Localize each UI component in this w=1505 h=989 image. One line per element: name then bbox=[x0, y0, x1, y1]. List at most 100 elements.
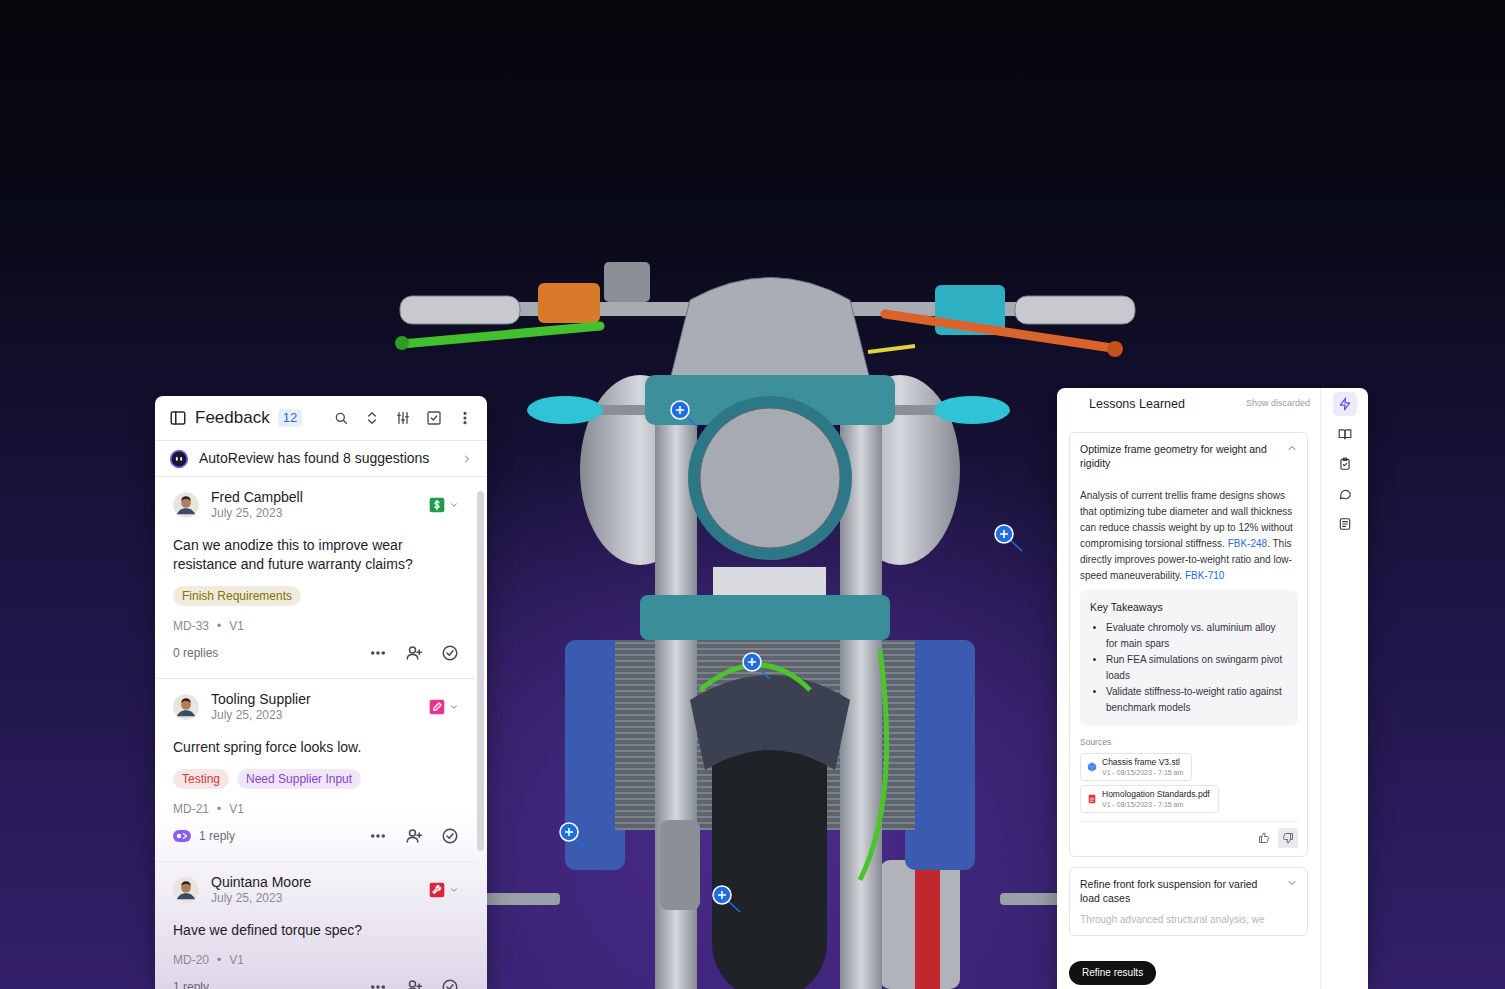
motorcycle-render[interactable] bbox=[885, 314, 1112, 348]
tag[interactable]: Finish Requirements bbox=[173, 586, 301, 606]
feedback-item[interactable]: Tooling SupplierJuly 25, 2023Current spr… bbox=[155, 679, 475, 862]
more-icon[interactable] bbox=[369, 827, 387, 845]
more-icon[interactable] bbox=[464, 422, 466, 424]
replies[interactable]: 1 reply bbox=[173, 976, 209, 989]
annotation-pin[interactable] bbox=[671, 401, 689, 419]
motorcycle-render[interactable] bbox=[700, 408, 840, 548]
more-icon[interactable] bbox=[369, 978, 387, 989]
feedback-item[interactable]: Quintana MooreJuly 25, 2023Have we defin… bbox=[155, 862, 475, 989]
search-icon[interactable] bbox=[343, 420, 346, 423]
lightning-icon[interactable] bbox=[1338, 397, 1352, 411]
category-picker[interactable] bbox=[429, 882, 459, 898]
more-icon[interactable] bbox=[372, 986, 374, 988]
thumbs-down-icon[interactable] bbox=[1282, 832, 1294, 844]
more-icon[interactable] bbox=[457, 410, 473, 426]
thumbs-down-button[interactable] bbox=[1278, 828, 1298, 848]
motorcycle-render[interactable] bbox=[1107, 341, 1123, 357]
motorcycle-render[interactable] bbox=[660, 820, 700, 910]
more-icon[interactable] bbox=[369, 827, 387, 845]
chevron-down-icon[interactable] bbox=[452, 503, 457, 506]
chevron-down-icon[interactable] bbox=[449, 500, 459, 510]
more-icon[interactable] bbox=[372, 835, 374, 837]
annotation-pin[interactable] bbox=[718, 894, 726, 896]
more-icon[interactable] bbox=[369, 644, 387, 662]
sidebar-toggle-icon[interactable] bbox=[169, 409, 187, 427]
annotation-pin[interactable] bbox=[560, 823, 578, 841]
motorcycle-render[interactable] bbox=[868, 346, 915, 352]
sidebar-toggle-icon[interactable] bbox=[169, 409, 187, 427]
pencil-icon[interactable] bbox=[429, 699, 445, 715]
scrollbar[interactable] bbox=[475, 477, 487, 989]
filter-icon[interactable] bbox=[398, 415, 401, 416]
filter-icon[interactable] bbox=[402, 419, 405, 420]
motorcycle-render[interactable] bbox=[604, 262, 650, 302]
clipboard-check-icon[interactable] bbox=[1343, 458, 1347, 460]
motorcycle-render[interactable] bbox=[538, 283, 600, 323]
annotation-pin[interactable] bbox=[995, 525, 1013, 543]
assign-user-icon[interactable] bbox=[405, 644, 423, 662]
chevron-right-icon[interactable] bbox=[461, 453, 473, 465]
motorcycle-render[interactable] bbox=[690, 675, 850, 770]
document-list-icon[interactable] bbox=[1338, 517, 1352, 531]
wrench-icon[interactable] bbox=[430, 882, 445, 897]
motorcycle-render[interactable] bbox=[670, 278, 870, 381]
annotation-pin[interactable] bbox=[676, 409, 684, 411]
ticket-link[interactable]: FBK-710 bbox=[1185, 570, 1224, 581]
motorcycle-render[interactable] bbox=[880, 860, 960, 989]
search-icon[interactable] bbox=[333, 410, 349, 426]
annotation-pin[interactable] bbox=[670, 400, 704, 434]
motorcycle-render[interactable] bbox=[395, 336, 409, 350]
motorcycle-render[interactable] bbox=[640, 595, 890, 640]
sidebar-toggle-icon[interactable] bbox=[175, 412, 177, 424]
sidebar-toggle-icon[interactable] bbox=[171, 412, 185, 424]
more-icon[interactable] bbox=[377, 835, 379, 837]
annotation-pin[interactable] bbox=[994, 524, 1028, 558]
pencil-icon[interactable] bbox=[434, 703, 441, 710]
chevron-down-icon[interactable] bbox=[1286, 877, 1298, 889]
book-icon[interactable] bbox=[1338, 427, 1352, 441]
filter-icon[interactable] bbox=[395, 410, 411, 426]
filter-icon[interactable] bbox=[402, 413, 403, 424]
motorcycle-render[interactable] bbox=[1015, 296, 1135, 324]
more-icon[interactable] bbox=[457, 410, 473, 426]
search-icon[interactable] bbox=[333, 410, 349, 426]
resolve-check-icon[interactable] bbox=[441, 978, 459, 989]
lesson-title-bar[interactable]: Refine front fork suspension for varied … bbox=[1080, 877, 1298, 905]
annotation-pin[interactable] bbox=[1000, 533, 1008, 535]
thumbs-down-icon[interactable] bbox=[1284, 833, 1293, 843]
resolve-check-icon[interactable] bbox=[441, 644, 459, 662]
motorcycle-render[interactable] bbox=[860, 650, 887, 880]
thumbs-down-icon[interactable] bbox=[1291, 833, 1293, 839]
tag[interactable]: Testing bbox=[173, 769, 229, 789]
book-icon[interactable] bbox=[1345, 430, 1351, 439]
dollar-icon[interactable] bbox=[435, 500, 439, 509]
resolve-check-icon[interactable] bbox=[443, 646, 457, 660]
clipboard-check-icon[interactable] bbox=[1338, 457, 1352, 471]
more-icon[interactable] bbox=[382, 986, 384, 988]
lesson-card[interactable]: Refine front fork suspension for varied … bbox=[1069, 867, 1308, 936]
chevron-down-icon[interactable] bbox=[449, 885, 459, 895]
lightning-icon[interactable] bbox=[1340, 398, 1349, 410]
filter-icon[interactable] bbox=[406, 416, 409, 417]
sort-icon[interactable] bbox=[364, 410, 380, 426]
chevron-up-icon[interactable] bbox=[1286, 442, 1298, 454]
rail-button[interactable] bbox=[1333, 482, 1357, 506]
clipboard-check-icon[interactable] bbox=[1343, 463, 1347, 465]
dollar-icon[interactable] bbox=[430, 497, 445, 512]
assign-user-icon[interactable] bbox=[410, 647, 416, 653]
replies[interactable]: 0 replies bbox=[173, 642, 218, 664]
resolve-check-icon[interactable] bbox=[447, 985, 453, 989]
annotation-pin[interactable] bbox=[712, 885, 746, 919]
thumbs-up-icon[interactable] bbox=[1258, 832, 1270, 844]
tag[interactable]: Need Supplier Input bbox=[237, 769, 361, 789]
category-picker[interactable] bbox=[429, 497, 459, 513]
category-picker[interactable] bbox=[429, 699, 459, 715]
thumbs-up-icon[interactable] bbox=[1262, 833, 1269, 843]
wrench-icon[interactable] bbox=[433, 885, 441, 893]
annotation-pin[interactable] bbox=[742, 652, 776, 686]
assign-user-icon[interactable] bbox=[405, 827, 423, 845]
more-icon[interactable] bbox=[377, 652, 379, 654]
resolve-check-icon[interactable] bbox=[441, 827, 459, 845]
dollar-icon[interactable] bbox=[429, 497, 445, 513]
assign-user-icon[interactable] bbox=[410, 830, 416, 836]
